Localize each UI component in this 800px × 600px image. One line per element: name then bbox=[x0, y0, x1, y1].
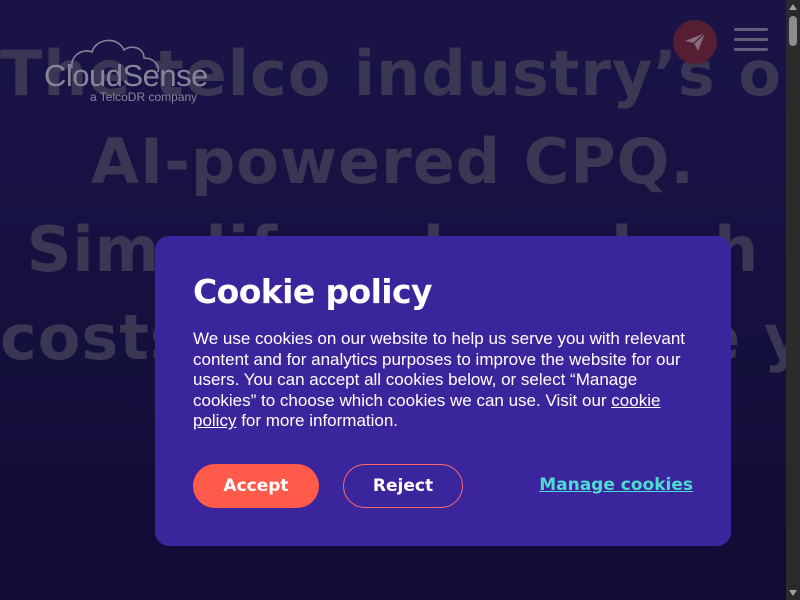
dialog-body: We use cookies on our website to help us… bbox=[193, 329, 698, 432]
scroll-down-arrow-icon[interactable] bbox=[786, 586, 800, 600]
accept-button[interactable]: Accept bbox=[193, 464, 319, 508]
reject-button[interactable]: Reject bbox=[343, 464, 463, 508]
dialog-title: Cookie policy bbox=[193, 272, 432, 311]
scrollbar-thumb[interactable] bbox=[789, 16, 797, 46]
vertical-scrollbar[interactable] bbox=[786, 0, 800, 600]
scroll-up-arrow-icon[interactable] bbox=[786, 0, 800, 14]
manage-cookies-link[interactable]: Manage cookies bbox=[539, 475, 693, 495]
cookie-dialog: Cookie policy We use cookies on our webs… bbox=[155, 236, 731, 546]
dialog-body-text-end: for more information. bbox=[236, 411, 399, 431]
